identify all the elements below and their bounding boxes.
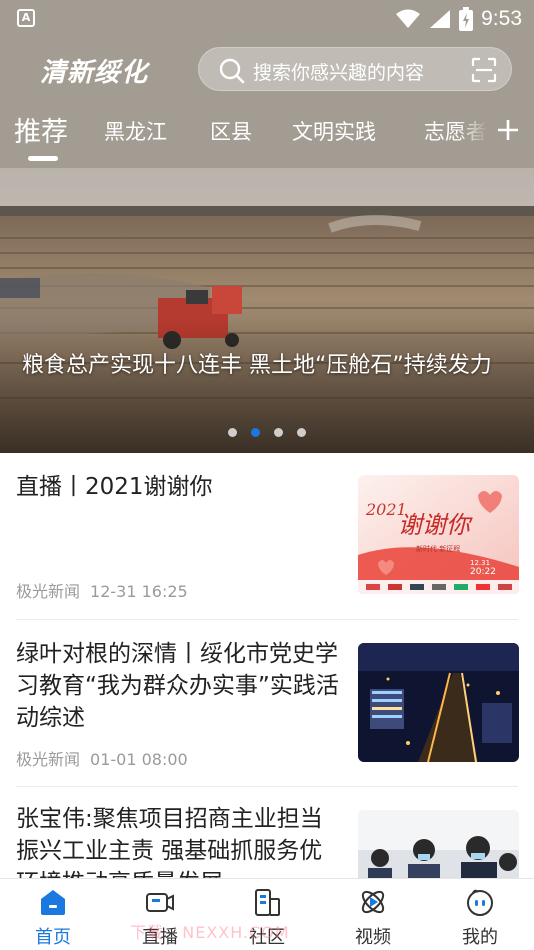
wifi-icon bbox=[396, 9, 421, 28]
tab-heilongjiang[interactable]: 黑龙江 bbox=[104, 116, 167, 146]
nav-label: 视频 bbox=[355, 927, 391, 948]
status-time: 9:53 bbox=[481, 7, 522, 30]
news-time: 01-01 08:00 bbox=[90, 750, 188, 769]
poster-clock: 20:22 bbox=[470, 567, 496, 577]
signal-icon bbox=[430, 10, 451, 28]
news-item[interactable]: 绿叶对根的深情丨绥化市党史学习教育“我为群众办实事”实践活动综述 极光新闻 01-… bbox=[0, 620, 534, 786]
app-screen: A 9:53 清新绥化 搜索你感兴趣的内容 推荐 黑龙江 区县 文明实践 志愿者… bbox=[0, 0, 534, 950]
battery-icon bbox=[459, 7, 474, 31]
active-tab-indicator bbox=[28, 156, 58, 161]
video-play-icon bbox=[361, 890, 385, 914]
tab-fade bbox=[458, 104, 488, 164]
app-logo[interactable]: 清新绥化 bbox=[40, 52, 148, 89]
news-source: 极光新闻 bbox=[16, 750, 81, 769]
news-meta: 极光新闻 12-31 16:25 bbox=[16, 578, 188, 602]
plus-icon bbox=[498, 120, 518, 140]
poster-main-text: 谢谢你 bbox=[398, 511, 473, 539]
nav-label: 我的 bbox=[462, 927, 498, 948]
nav-profile[interactable]: 我的 bbox=[435, 879, 525, 950]
poster-date: 12.31 bbox=[470, 559, 490, 567]
profile-face-icon bbox=[467, 889, 493, 916]
news-thumbnail bbox=[358, 643, 519, 762]
live-camera-icon bbox=[146, 893, 174, 912]
search-bar[interactable]: 搜索你感兴趣的内容 bbox=[198, 47, 512, 91]
news-time: 12-31 16:25 bbox=[90, 582, 188, 601]
carousel-dot[interactable] bbox=[274, 428, 283, 437]
community-building-icon bbox=[255, 889, 280, 916]
tab-districts[interactable]: 区县 bbox=[210, 116, 252, 146]
carousel-dot[interactable] bbox=[297, 428, 306, 437]
poster-sub-text: 新时代·新征程 bbox=[416, 544, 460, 553]
scan-icon[interactable] bbox=[471, 57, 497, 83]
app-notification-icon: A bbox=[17, 9, 35, 27]
news-title: 直播丨2021谢谢你 bbox=[16, 474, 213, 500]
thanks-2021-poster-image: 2021 谢谢你 新时代·新征程 12.31 20:22 bbox=[358, 475, 519, 594]
search-icon bbox=[219, 58, 245, 84]
news-source: 极光新闻 bbox=[16, 582, 81, 601]
carousel-indicator bbox=[0, 428, 534, 437]
bottom-navigation: 首页 直播 社区 视频 我的 下载 · NEXXH.COM bbox=[0, 878, 534, 950]
header: A 9:53 清新绥化 搜索你感兴趣的内容 推荐 黑龙江 区县 文明实践 志愿者 bbox=[0, 0, 534, 168]
banner-caption: 粮食总产实现十八连丰 黑土地“压舱石”持续发力 bbox=[22, 353, 492, 378]
news-item[interactable]: 张宝伟:聚焦项目招商主业担当振兴工业主责 强基础抓服务优环境推动高质量发展 bbox=[0, 787, 534, 929]
nav-home[interactable]: 首页 bbox=[8, 879, 98, 950]
home-icon bbox=[41, 890, 65, 915]
nav-video[interactable]: 视频 bbox=[328, 879, 418, 950]
search-placeholder: 搜索你感兴趣的内容 bbox=[253, 62, 425, 84]
nav-label: 首页 bbox=[35, 927, 71, 948]
tab-civilization-practice[interactable]: 文明实践 bbox=[292, 116, 376, 146]
status-bar: A 9:53 bbox=[0, 0, 534, 38]
news-item[interactable]: 直播丨2021谢谢你 极光新闻 12-31 16:25 2021 谢谢你 新时代… bbox=[0, 453, 534, 619]
category-tabs: 推荐 黑龙江 区县 文明实践 志愿者 bbox=[0, 104, 534, 164]
carousel-dot-active[interactable] bbox=[251, 428, 260, 437]
news-meta: 极光新闻 01-01 08:00 bbox=[16, 746, 188, 770]
add-tab-button[interactable] bbox=[488, 104, 534, 164]
status-icons: 9:53 bbox=[395, 6, 522, 32]
watermark-text: 下载 · NEXXH.COM bbox=[130, 923, 290, 942]
banner-carousel[interactable]: 粮食总产实现十八连丰 黑土地“压舱石”持续发力 bbox=[0, 168, 534, 453]
news-thumbnail: 2021 谢谢你 新时代·新征程 12.31 20:22 bbox=[358, 475, 519, 594]
carousel-dot[interactable] bbox=[228, 428, 237, 437]
city-night-aerial-image bbox=[358, 643, 519, 762]
harvest-field-photo bbox=[0, 168, 534, 453]
news-title: 绿叶对根的深情丨绥化市党史学习教育“我为群众办实事”实践活动综述 bbox=[16, 641, 339, 731]
tab-recommend[interactable]: 推荐 bbox=[14, 110, 68, 149]
